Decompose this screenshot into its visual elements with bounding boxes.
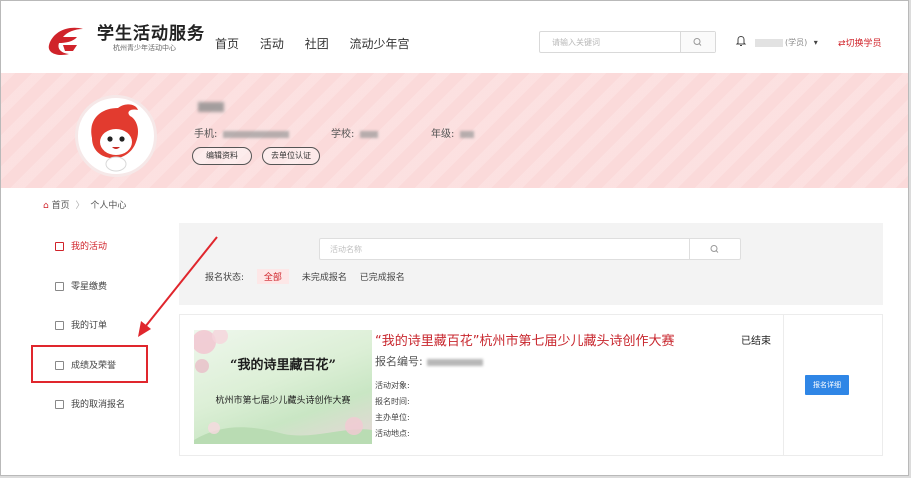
phone-info: 手机: — [194, 125, 290, 140]
header-search-input[interactable]: 请输入关键词 — [552, 37, 600, 48]
top-header: 学生活动服务 杭州青少年活动中心 首页 活动 社团 流动少年宫 请输入关键词 (… — [1, 1, 908, 73]
registration-number: 报名编号: — [375, 353, 483, 369]
card-divider — [783, 315, 784, 455]
nav-mobile-palace[interactable]: 流动少年宫 — [350, 37, 410, 51]
organizer: 主办单位: — [375, 413, 410, 422]
poster-subtitle: 杭州市第七届少儿藏头诗创作大赛 — [215, 396, 351, 406]
sidebar-item-label: 我的取消报名 — [71, 400, 126, 410]
sidebar-item-label: 我的订单 — [71, 321, 108, 331]
registration-status-filter: 报名状态: 全部 未完成报名 已完成报名 — [205, 269, 405, 284]
sidebar-item-my-activities[interactable]: 我的活动 — [55, 239, 107, 252]
search-icon — [693, 38, 702, 46]
main-nav: 首页 活动 社团 流动少年宫 — [215, 35, 427, 52]
avatar[interactable] — [75, 95, 157, 177]
breadcrumb-home[interactable]: 首页 — [52, 201, 70, 211]
sidebar-item-label: 我的活动 — [71, 242, 108, 252]
home-icon[interactable]: ⌂ — [43, 201, 49, 211]
mascot-icon — [91, 104, 138, 172]
breadcrumb-current: 个人中心 — [90, 201, 127, 211]
annotation-highlight-box — [31, 345, 148, 383]
user-role: (学员) — [785, 38, 808, 47]
header-search[interactable]: 请输入关键词 — [539, 31, 716, 53]
verify-unit-button[interactable]: 去单位认证 — [262, 147, 320, 165]
nav-home[interactable]: 首页 — [215, 37, 239, 51]
school-label: 学校: — [331, 129, 355, 140]
grade-value-masked — [460, 130, 475, 138]
search-icon — [710, 245, 719, 253]
registration-time: 报名时间: — [375, 397, 410, 406]
poster-flowers-icon — [194, 330, 372, 444]
user-name-masked — [755, 38, 783, 47]
wallet-icon — [55, 282, 64, 291]
school-value-masked — [360, 130, 379, 138]
activity-search-input[interactable]: 活动名称 — [330, 244, 362, 255]
activity-title[interactable]: “我的诗里藏百花”杭州市第七届少儿藏头诗创作大赛 — [375, 330, 674, 349]
activity-search[interactable]: 活动名称 — [319, 238, 741, 260]
school-info: 学校: — [331, 125, 379, 140]
sidebar-item-my-orders[interactable]: 我的订单 — [55, 318, 107, 331]
activity-poster[interactable]: “我的诗里藏百花” 杭州市第七届少儿藏头诗创作大赛 — [194, 330, 372, 444]
app-window: 学生活动服务 杭州青少年活动中心 首页 活动 社团 流动少年宫 请输入关键词 (… — [0, 0, 909, 476]
poster-title: “我的诗里藏百花” — [230, 358, 336, 373]
status-option-incomplete[interactable]: 未完成报名 — [302, 270, 347, 283]
activity-target: 活动对象: — [375, 381, 410, 390]
cancel-icon — [55, 400, 64, 409]
grade-info: 年级: — [431, 125, 475, 140]
header-search-button[interactable] — [680, 32, 715, 52]
phone-value-masked — [223, 130, 290, 138]
activity-location: 活动地点: — [375, 429, 410, 438]
calendar-icon — [55, 242, 64, 251]
user-name-masked — [198, 102, 224, 112]
nav-activities[interactable]: 活动 — [260, 37, 284, 51]
activity-status-badge: 已结束 — [741, 336, 771, 347]
breadcrumb: ⌂ 首页 〉 个人中心 — [43, 198, 126, 211]
logo-title[interactable]: 学生活动服务 — [97, 19, 205, 44]
activity-search-button[interactable] — [689, 239, 740, 259]
bell-icon[interactable] — [735, 34, 747, 48]
sidebar-item-payments[interactable]: 零星缴费 — [55, 279, 107, 292]
phone-label: 手机: — [194, 129, 218, 140]
breadcrumb-separator: 〉 — [75, 201, 85, 211]
registration-number-label: 报名编号: — [375, 355, 423, 368]
activity-card: “我的诗里藏百花” 杭州市第七届少儿藏头诗创作大赛 “我的诗里藏百花”杭州市第七… — [179, 314, 883, 456]
switch-student-link[interactable]: ⇄切换学员 — [838, 36, 882, 49]
nav-clubs[interactable]: 社团 — [305, 37, 329, 51]
status-option-all[interactable]: 全部 — [256, 269, 289, 284]
sidebar-item-cancelled-registrations[interactable]: 我的取消报名 — [55, 397, 125, 410]
filter-panel: 活动名称 报名状态: 全部 未完成报名 已完成报名 — [179, 223, 883, 305]
order-icon — [55, 321, 64, 330]
registration-detail-button[interactable]: 报名详细 — [805, 375, 849, 395]
status-filter-label: 报名状态: — [205, 273, 245, 283]
status-option-complete[interactable]: 已完成报名 — [360, 270, 405, 283]
user-menu[interactable]: (学员) ▾ — [755, 37, 818, 48]
logo-subtitle: 杭州青少年活动中心 — [113, 44, 176, 52]
logo-mark-icon[interactable] — [47, 25, 85, 57]
registration-number-masked — [426, 358, 483, 366]
sidebar-item-label: 零星缴费 — [71, 282, 108, 292]
edit-profile-button[interactable]: 编辑资料 — [192, 147, 252, 165]
chevron-down-icon: ▾ — [813, 38, 818, 47]
grade-label: 年级: — [431, 129, 455, 140]
